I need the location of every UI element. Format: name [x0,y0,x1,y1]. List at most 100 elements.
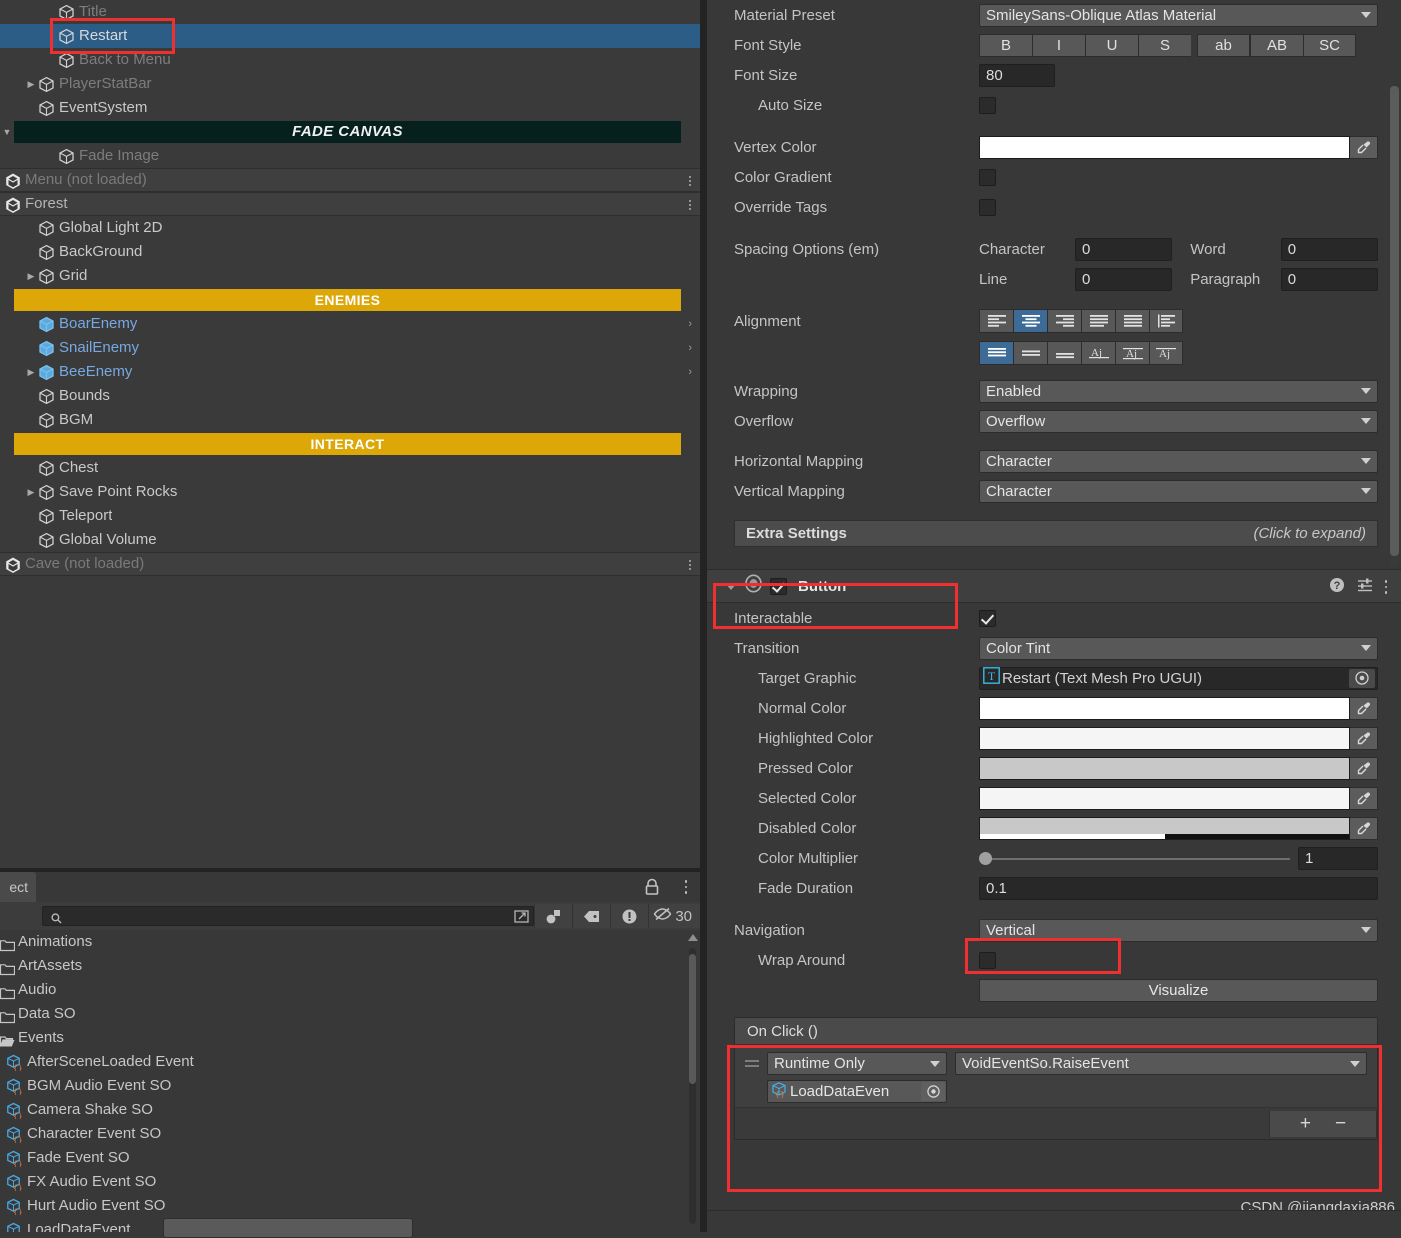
hierarchy-panel[interactable]: ▶Title▶Restart▶Back to Menu▶PlayerStatBa… [0,0,700,872]
hierarchy-item-interact[interactable]: ▶INTERACT [0,432,700,456]
preset-icon[interactable] [1357,577,1373,598]
align-geometry-center-icon[interactable] [1149,309,1183,333]
expand-search-icon[interactable] [514,909,530,924]
filter-type-icon[interactable] [534,904,573,928]
font-style-strikethrough-button[interactable]: S [1138,33,1191,57]
hierarchy-item-chest[interactable]: ▶ Chest [0,456,700,480]
fade-duration-input[interactable]: 0.1 [979,876,1378,900]
hierarchy-item-beeenemy[interactable]: ▶ BeeEnemy › [0,360,700,384]
override-tags-checkbox[interactable] [979,198,996,216]
spacing-line-input[interactable]: 0 [1074,267,1173,291]
hierarchy-item-boarenemy[interactable]: ▶ BoarEnemy › [0,312,700,336]
material-preset-dropdown[interactable]: SmileySans-Oblique Atlas Material [979,3,1378,27]
foldout-arrow-icon[interactable]: ▶ [24,360,38,384]
align-right-icon[interactable] [1047,309,1081,333]
color-multiplier-input[interactable]: 1 [1298,846,1378,870]
hierarchy-item-playerstatbar[interactable]: ▶ PlayerStatBar [0,72,700,96]
project-list-item[interactable]: {} Fade Event SO [0,1146,700,1170]
hierarchy-item-global-volume[interactable]: ▶ Global Volume [0,528,700,552]
project-list-item[interactable]: Animations [0,930,700,954]
font-size-input[interactable]: 80 [979,63,1055,87]
add-component-button[interactable] [163,1218,413,1238]
hierarchy-item-title[interactable]: ▶ Title [0,0,700,24]
vertical-mapping-dropdown[interactable]: Character [979,479,1378,503]
eyedropper-icon[interactable] [1350,696,1378,720]
project-list-item[interactable]: Audio [0,978,700,1002]
align-bottom-icon[interactable] [1047,341,1081,365]
filter-label-icon[interactable] [572,904,611,928]
transition-dropdown[interactable]: Color Tint [979,636,1378,660]
wrap-around-checkbox[interactable] [979,951,996,969]
object-picker-icon[interactable] [921,1082,945,1101]
project-panel[interactable]: ect 30 Animations ArtAssets Audio Data S… [0,872,700,1232]
hidden-items-count[interactable]: 30 [648,904,700,928]
align-justified-icon[interactable] [1081,309,1115,333]
spacing-character-input[interactable]: 0 [1074,237,1173,261]
hierarchy-item-grid[interactable]: ▶ Grid [0,264,700,288]
navigation-dropdown[interactable]: Vertical [979,918,1378,942]
hierarchy-item-back-to-menu[interactable]: ▶ Back to Menu [0,48,700,72]
reorder-handle-icon[interactable] [745,1059,759,1069]
align-midline-icon[interactable]: Aj [1115,341,1149,365]
font-style-bold-button[interactable]: B [979,33,1032,57]
scene-options-kebab[interactable] [689,169,691,193]
lock-icon[interactable] [644,878,660,896]
project-list-item[interactable]: {} Camera Shake SO [0,1098,700,1122]
align-left-icon[interactable] [979,309,1013,333]
disabled-color-swatch[interactable] [979,816,1350,840]
align-middle-icon[interactable] [1013,341,1047,365]
spacing-paragraph-input[interactable]: 0 [1280,267,1378,291]
font-style-italic-button[interactable]: I [1032,33,1085,57]
project-list-item[interactable]: {} Hurt Audio Event SO [0,1194,700,1218]
spacing-word-input[interactable]: 0 [1280,237,1378,261]
hierarchy-item-bounds[interactable]: ▶ Bounds [0,384,700,408]
project-list-item[interactable]: {} AfterSceneLoaded Event [0,1050,700,1074]
wrapping-dropdown[interactable]: Enabled [979,379,1378,403]
vertex-color-swatch[interactable] [979,135,1350,159]
eyedropper-icon[interactable] [1350,756,1378,780]
font-style-uppercase-button[interactable]: AB [1250,33,1303,57]
warning-filter-icon[interactable] [610,904,649,928]
vertical-divider[interactable] [700,0,707,1232]
event-function-dropdown[interactable]: VoidEventSo.RaiseEvent [955,1052,1367,1075]
color-gradient-checkbox[interactable] [979,168,996,186]
font-style-underline-button[interactable]: U [1085,33,1138,57]
inspector-panel[interactable]: Material Preset SmileySans-Oblique Atlas… [707,0,1401,1232]
eyedropper-icon[interactable] [1350,816,1378,840]
highlighted-color-swatch[interactable] [979,726,1350,750]
eyedropper-icon[interactable] [1350,786,1378,810]
font-style-smallcaps-button[interactable]: SC [1303,33,1356,57]
align-capline-icon[interactable]: Aj [1149,341,1183,365]
foldout-arrow-icon[interactable]: ▼ [0,120,14,144]
add-event-button[interactable]: + [1300,1113,1311,1135]
overflow-dropdown[interactable]: Overflow [979,409,1378,433]
help-icon[interactable]: ? [1329,577,1345,598]
scene-options-kebab[interactable] [689,553,691,577]
project-list-item[interactable]: ArtAssets [0,954,700,978]
scene-options-kebab[interactable] [689,193,691,217]
hierarchy-item-snailenemy[interactable]: ▶ SnailEnemy › [0,336,700,360]
search-input[interactable] [42,906,535,926]
target-graphic-objectfield[interactable]: T Restart (Text Mesh Pro UGUI) [979,666,1378,690]
hierarchy-item-teleport[interactable]: ▶ Teleport [0,504,700,528]
hierarchy-item-save-point-rocks[interactable]: ▶ Save Point Rocks [0,480,700,504]
eyedropper-icon[interactable] [1350,135,1378,159]
project-scrollbar[interactable] [687,934,698,1224]
visualize-button[interactable]: Visualize [979,978,1378,1002]
event-object-field[interactable]: {} LoadDataEven [767,1080,947,1103]
align-baseline-icon[interactable]: Aj [1081,341,1115,365]
hierarchy-item-cave-scene[interactable]: Cave (not loaded) [0,552,700,576]
selected-color-swatch[interactable] [979,786,1350,810]
align-center-icon[interactable] [1013,309,1047,333]
font-style-lowercase-button[interactable]: ab [1197,33,1250,57]
prefab-open-chevron-icon[interactable]: › [688,312,692,336]
button-component-header[interactable]: Button ? [707,569,1401,603]
hierarchy-item-eventsystem[interactable]: ▶ EventSystem [0,96,700,120]
component-options-kebab[interactable] [1384,580,1387,594]
prefab-open-chevron-icon[interactable]: › [688,336,692,360]
pressed-color-swatch[interactable] [979,756,1350,780]
foldout-triangle-icon[interactable] [725,582,737,590]
alignment-horizontal-group[interactable] [979,309,1183,333]
font-style-button-group[interactable]: B I U S ab AB SC [979,33,1356,57]
project-options-kebab[interactable] [684,872,687,902]
